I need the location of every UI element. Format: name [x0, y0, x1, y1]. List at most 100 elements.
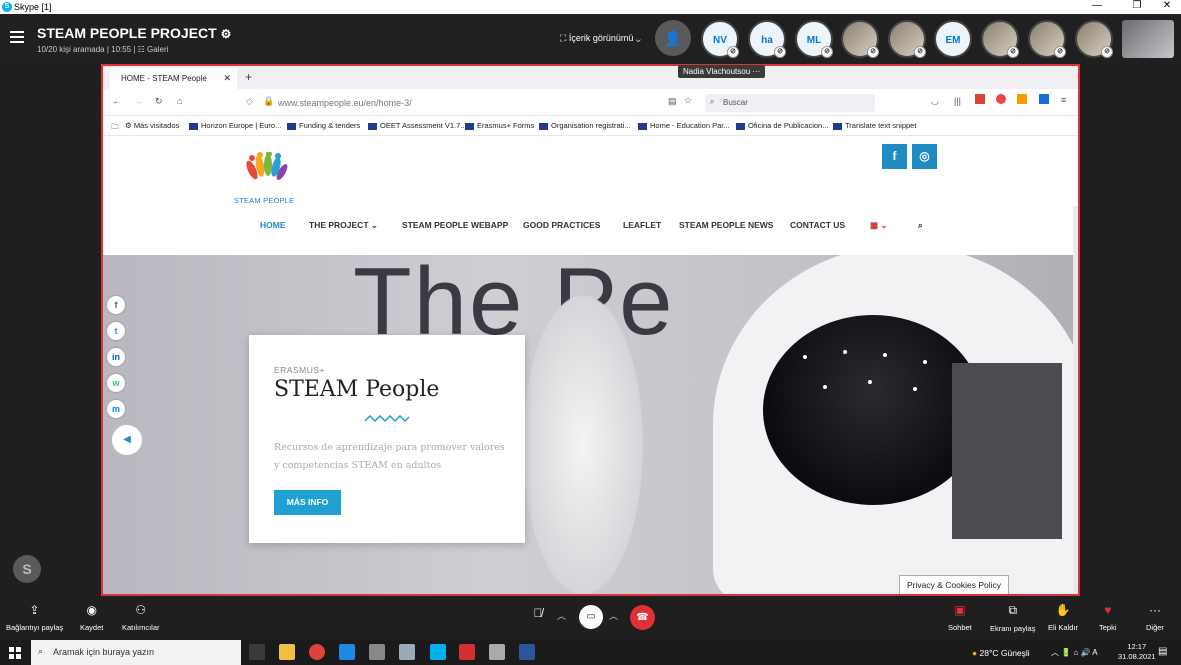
system-tray-icons[interactable]: ︿ 🔋 ⌂ 🔊 A [1051, 647, 1098, 658]
shield-icon[interactable]: ◇ [246, 96, 253, 107]
slider-prev-button[interactable]: ◀ [112, 425, 142, 455]
reader-view-icon[interactable]: ▤ [668, 96, 677, 107]
bookmark-star-icon[interactable]: ☆ [684, 95, 692, 106]
clock[interactable]: 12:17 31.08.2021 [1118, 642, 1156, 662]
reload-icon[interactable]: ↻ [155, 96, 163, 107]
close-tab-icon[interactable]: ✕ [223, 73, 231, 84]
privacy-cookies-button[interactable]: Privacy & Cookies Policy [899, 575, 1010, 594]
share-link-button[interactable]: ⇪ Bağlantıyı paylaş [6, 603, 63, 632]
participant-avatar-photo[interactable]: ⊘ [841, 20, 879, 58]
page-scrollbar[interactable] [1073, 206, 1078, 594]
task-view-icon[interactable] [249, 644, 265, 660]
bookmark-item[interactable]: Home - Education Par... [638, 121, 730, 130]
reaction-button[interactable]: ♥ Tepki [1099, 603, 1117, 632]
extension-icon[interactable] [1017, 94, 1027, 104]
more-options-button[interactable]: ··· Diğer [1146, 603, 1164, 632]
video-toggle-button[interactable]: ▭ [579, 605, 603, 629]
share-screen-button[interactable]: ⧉ Ekranı paylaş [990, 603, 1035, 633]
mic-options-chevron-icon[interactable]: ︿ [557, 609, 566, 622]
pocket-icon[interactable]: ◡ [931, 96, 939, 107]
bookmark-item[interactable]: Erasmus+ Forms [465, 121, 534, 130]
nav-good-practices[interactable]: GOOD PRACTICES [523, 220, 600, 230]
maximize-button[interactable]: ❐ [1125, 0, 1149, 11]
participant-avatar-photo[interactable]: ⊘ [1075, 20, 1113, 58]
library-icon[interactable]: ||| [954, 96, 961, 106]
hamburger-menu-icon[interactable]: ≡ [1061, 95, 1066, 105]
search-placeholder: Buscar [723, 98, 748, 107]
app-icon[interactable] [369, 644, 385, 660]
bookmark-item[interactable]: ⚙ Más visitados [125, 121, 179, 130]
mas-info-button[interactable]: MÁS INFO [274, 490, 341, 515]
participant-avatar-photo[interactable]: ⊘ [981, 20, 1019, 58]
nav-home[interactable]: HOME [260, 220, 286, 230]
acrobat-icon[interactable] [459, 644, 475, 660]
add-participant-button[interactable]: 👤 [655, 20, 691, 56]
back-arrow-icon[interactable]: ← [112, 96, 121, 106]
menu-icon[interactable] [10, 31, 24, 43]
chat-button[interactable]: ▣ Sohbet [948, 603, 972, 632]
participant-avatar-photo[interactable]: ⊘ [1028, 20, 1066, 58]
video-overlay-placeholder [952, 363, 1062, 539]
browser-tab[interactable]: HOME - STEAM People ✕ [109, 68, 237, 89]
content-view-toggle[interactable]: ⛶ İçerik görünümü ⌄ [560, 33, 641, 44]
adblock-extension-icon[interactable] [996, 94, 1006, 104]
participant-avatar[interactable]: ha ⊘ [748, 20, 786, 58]
language-flag-icon[interactable]: ▦ ⌄ [870, 220, 888, 231]
pdf-extension-icon[interactable] [975, 94, 985, 104]
chrome-icon[interactable] [309, 644, 325, 660]
record-button[interactable]: ◉ Kaydet [80, 603, 103, 632]
bookmark-label: Organisation registrati... [551, 121, 631, 130]
nav-steam-people-news[interactable]: STEAM PEOPLE NEWS [679, 220, 773, 230]
participants-button[interactable]: ⚇ Katılımcılar [122, 603, 160, 632]
bookmark-item[interactable]: Organisation registrati... [539, 121, 631, 130]
settings-gear-icon[interactable]: ⚙ [221, 27, 232, 41]
share-facebook-icon[interactable]: f [107, 296, 125, 314]
bookmark-item[interactable]: Funding & tenders [287, 121, 360, 130]
share-whatsapp-icon[interactable]: w [107, 374, 125, 392]
taskbar-search-input[interactable]: ⌕ Aramak için buraya yazın [31, 640, 241, 665]
app-icon[interactable] [399, 644, 415, 660]
skype-taskbar-icon[interactable] [430, 644, 446, 660]
bookmark-label: Horizon Europe | Euro... [201, 121, 282, 130]
edge-icon[interactable] [339, 644, 355, 660]
end-call-button[interactable]: ☎ [630, 605, 655, 630]
participant-avatar-photo[interactable]: ⊘ [888, 20, 926, 58]
file-explorer-icon[interactable] [279, 644, 295, 660]
minimize-button[interactable]: — [1085, 0, 1109, 11]
presenter-tooltip: Nadia Vlachoutsou ··· [678, 65, 766, 78]
video-options-chevron-icon[interactable]: ︿ [609, 609, 618, 622]
close-window-button[interactable]: ✕ [1155, 0, 1179, 11]
nav-leaflet[interactable]: LEAFLET [623, 220, 661, 230]
notifications-icon[interactable]: ▤ [1158, 646, 1167, 657]
share-messenger-icon[interactable]: m [107, 400, 125, 418]
app-icon[interactable] [489, 644, 505, 660]
browser-search-input[interactable]: ⌕ Buscar [705, 94, 875, 112]
participant-avatar[interactable]: EM [934, 20, 972, 58]
participant-video-thumbnail[interactable] [1122, 20, 1174, 58]
new-tab-button[interactable]: + [245, 70, 252, 84]
url-bar[interactable]: www.steampeople.eu/en/home-3/ [278, 98, 412, 108]
bookmark-item[interactable]: Horizon Europe | Euro... [189, 121, 281, 130]
bookmark-item[interactable]: OEET Assessment V1.7... [368, 121, 467, 130]
bookmark-item[interactable]: Oficina de Publicacion... [736, 121, 828, 130]
participant-avatar[interactable]: NV ⊘ [701, 20, 739, 58]
weather-widget[interactable]: ● 28°C Güneşli [972, 648, 1030, 658]
nav-steam-people-webapp[interactable]: STEAM PEOPLE WEBAPP [402, 220, 508, 230]
word-icon[interactable] [519, 644, 535, 660]
participant-initials: NV [713, 35, 727, 46]
nav-contact-us[interactable]: CONTACT US [790, 220, 845, 230]
instagram-icon[interactable]: ◎ [912, 144, 937, 169]
nav-the-project[interactable]: THE PROJECT ⌄ [309, 220, 378, 231]
raise-hand-button[interactable]: ✋ Eli Kaldır [1048, 603, 1078, 632]
extension-badge-icon[interactable] [1039, 94, 1049, 104]
search-icon[interactable]: ⌕ [918, 220, 923, 231]
forward-arrow-icon[interactable]: → [134, 96, 143, 106]
share-linkedin-icon[interactable]: in [107, 348, 125, 366]
share-twitter-icon[interactable]: t [107, 322, 125, 340]
home-icon[interactable]: ⌂ [177, 96, 182, 106]
windows-start-icon[interactable] [9, 647, 21, 659]
participant-avatar[interactable]: ML ⊘ [795, 20, 833, 58]
mute-microphone-button[interactable]: 🎙̸ [528, 606, 548, 626]
facebook-icon[interactable]: f [882, 144, 907, 169]
bookmark-item[interactable]: Translate text snippet [833, 121, 916, 130]
